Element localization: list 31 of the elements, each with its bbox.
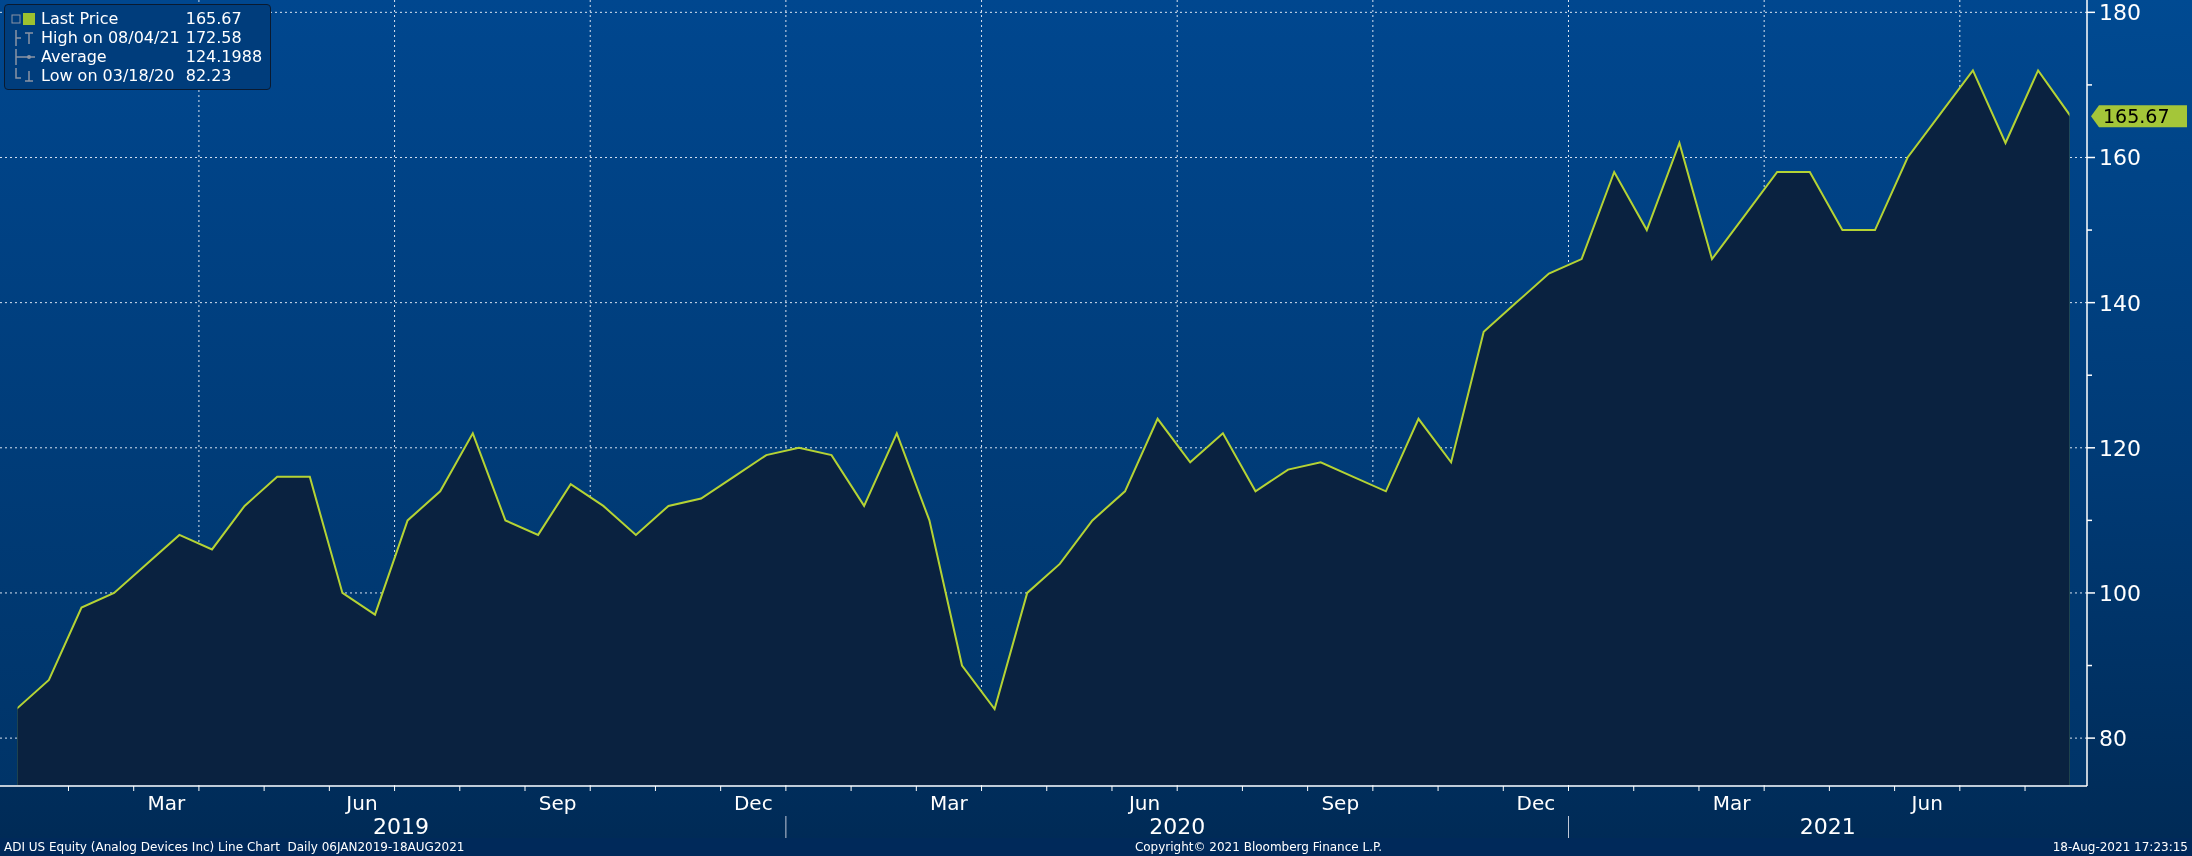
year-label: 2020 [1149,814,1206,838]
legend-label: Low on 03/18/20 [41,66,176,85]
y-axis-label: 140 [2099,290,2141,316]
y-axis-label: 120 [2099,435,2141,461]
x-axis-label: Jun [1128,791,1161,815]
y-axis-label: 160 [2099,145,2141,171]
legend-value: 165.67 [185,9,243,28]
chart-description: ADI US Equity (Analog Devices Inc) Line Chart Daily 06JAN2019-18AUG2021 [4,840,465,854]
y-axis-label: 100 [2099,580,2141,606]
legend-label: Average [41,47,108,66]
y-axis-label: 80 [2099,726,2127,752]
x-axis-label: Dec [1516,791,1556,815]
x-axis-label: Jun [1911,791,1943,815]
year-label: 2019 [373,814,430,838]
y-axis-label: 180 [2099,0,2141,26]
x-axis-label: Sep [1321,791,1360,815]
price-tag: 165.67 [2091,105,2187,128]
copyright-text: Copyright© 2021 Bloomberg Finance L.P. [1134,840,1383,854]
legend-label: High on 08/04/21 [41,28,180,47]
x-axis-label: Dec [733,791,773,815]
x-axis-label: Mar [930,791,968,815]
legend-label: Last Price [41,9,120,28]
x-axis-label: Jun [346,791,378,815]
year-label: 2021 [1799,814,1856,838]
legend-value: 172.58 [185,28,243,47]
legend-value: 124.1988 [185,47,263,66]
x-axis-label: Mar [1712,791,1751,815]
legend-value: 82.23 [185,66,233,85]
x-axis-label: Sep [538,791,577,815]
x-axis-label: Mar [147,791,186,815]
timestamp: 18-Aug-2021 17:23:15 [2052,840,2188,854]
